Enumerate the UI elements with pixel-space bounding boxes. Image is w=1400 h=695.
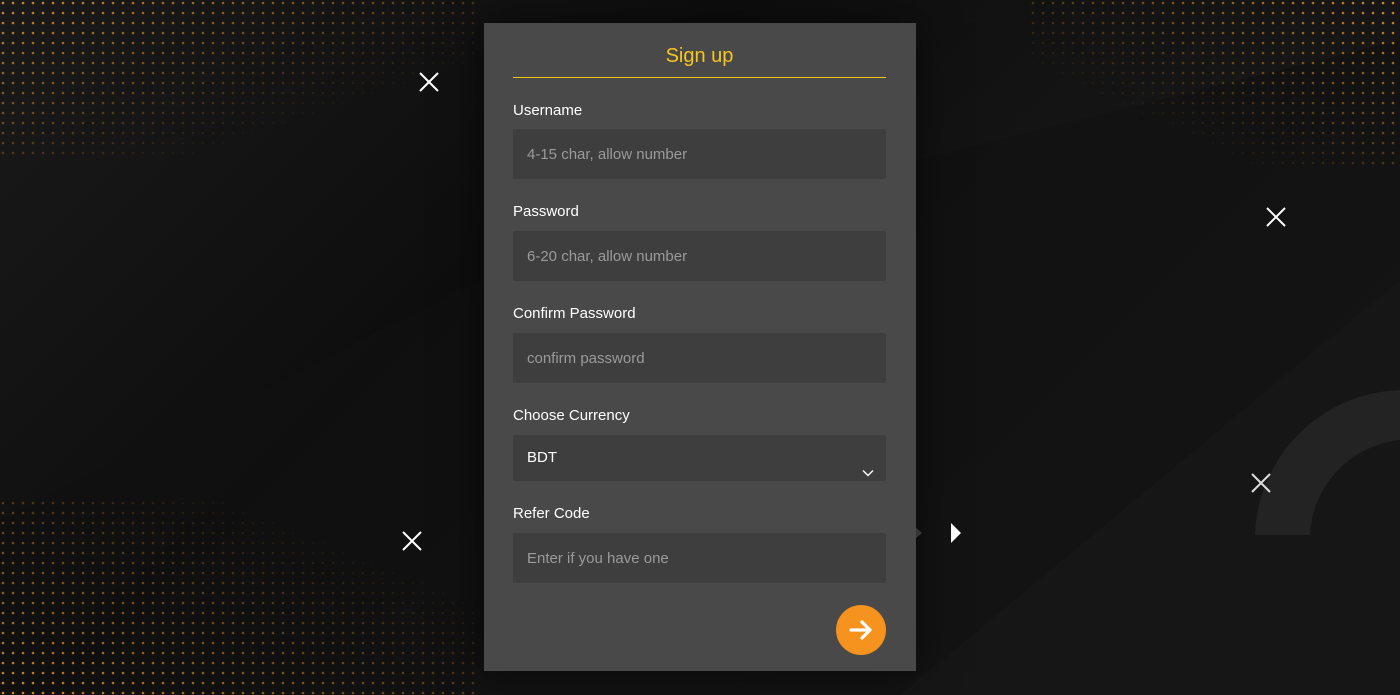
chevron-down-icon	[862, 452, 874, 477]
close-icon	[1265, 206, 1287, 228]
currency-label: Choose Currency	[513, 407, 630, 424]
username-input[interactable]	[513, 129, 886, 179]
refer-code-label: Refer Code	[513, 505, 590, 522]
caret-right-icon[interactable]	[950, 522, 962, 544]
currency-select[interactable]: BDT	[513, 435, 886, 481]
page-background: Sign up Username Password Confirm Passwo…	[0, 0, 1400, 695]
refer-code-input[interactable]	[513, 533, 886, 583]
arrow-right-icon	[836, 617, 886, 643]
submit-button[interactable]	[836, 605, 886, 655]
close-icon	[1250, 472, 1272, 494]
close-icon	[401, 530, 423, 552]
confirm-password-input[interactable]	[513, 333, 886, 383]
confirm-password-label: Confirm Password	[513, 305, 636, 322]
signup-form: Sign up Username Password Confirm Passwo…	[484, 23, 916, 671]
currency-selected-value: BDT	[527, 449, 557, 466]
close-icon	[418, 71, 440, 93]
username-label: Username	[513, 102, 583, 119]
form-title: Sign up	[513, 43, 886, 78]
password-label: Password	[513, 203, 579, 220]
password-input[interactable]	[513, 231, 886, 281]
